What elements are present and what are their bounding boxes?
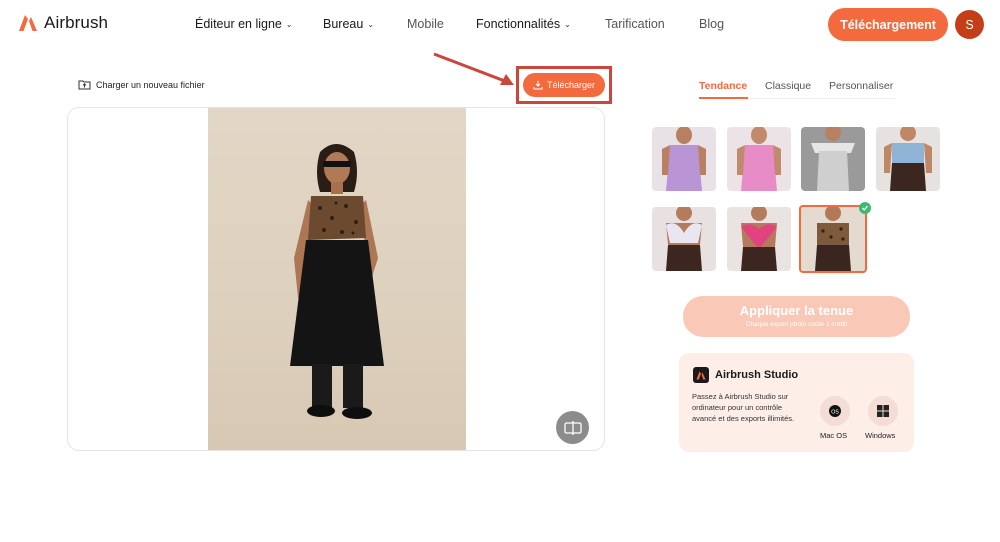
mac-label: Mac OS: [820, 431, 848, 440]
apply-label: Appliquer la tenue: [739, 303, 854, 318]
windows-icon: [877, 405, 889, 417]
brand-logo[interactable]: Airbrush: [18, 13, 108, 33]
download-label: Télécharger: [546, 80, 596, 90]
top-header: Airbrush Éditeur en ligne ⌄ Bureau ⌄ Mobil…: [0, 0, 1000, 50]
nav-label: Mobile: [407, 17, 444, 31]
tabs-divider: [750, 98, 895, 99]
nav-label: Blog: [699, 17, 725, 31]
brand-name: Airbrush: [44, 13, 109, 32]
studio-title: Airbrush Studio: [715, 369, 799, 381]
active-tab-indicator: [699, 97, 748, 99]
svg-text:OS: OS: [831, 410, 839, 416]
windows-label: Windows: [865, 431, 896, 440]
chevron-down-icon: ⌄: [367, 20, 375, 29]
preview-photo: [208, 108, 466, 450]
outfit-thumbnail[interactable]: [652, 207, 716, 271]
chevron-down-icon: ⌄: [564, 20, 571, 29]
apply-outfit-button[interactable]: Appliquer la tenue Chaque export photo c…: [683, 296, 910, 337]
nav-label: Bureau: [323, 17, 364, 31]
apply-cost-note: Chaque export photo coûte 1 crédit: [745, 321, 848, 328]
mac-download-button[interactable]: OS: [820, 396, 850, 426]
download-image-button[interactable]: Télécharger: [523, 73, 605, 97]
outfit-image-butterfly-top: [666, 207, 702, 271]
outfit-thumbnail-selected[interactable]: [799, 205, 867, 273]
outfit-image-pink-slip: [737, 127, 781, 191]
outfit-thumbnail[interactable]: [801, 127, 865, 191]
outfit-image-leopard-top: [815, 207, 851, 271]
airbrush-studio-logo-icon: [693, 367, 709, 383]
nav-item-editeur[interactable]: Éditeur en ligne ⌄: [195, 17, 293, 31]
download-icon: [533, 81, 543, 90]
studio-description: Passez à Airbrush Studio sur ordinateur …: [692, 392, 795, 423]
outfit-thumbnail[interactable]: [652, 127, 716, 191]
nav-item-fonctionnalites[interactable]: Fonctionnalités ⌄: [476, 17, 571, 31]
outfit-thumbnail[interactable]: [876, 127, 940, 191]
nav-item-bureau[interactable]: Bureau ⌄: [323, 17, 374, 31]
user-avatar[interactable]: S: [955, 10, 984, 39]
upload-new-file-link[interactable]: Charger un nouveau fichier: [78, 79, 205, 90]
image-canvas[interactable]: [67, 107, 605, 451]
tab-classique[interactable]: Classique: [765, 80, 811, 92]
folder-upload-icon: [78, 80, 91, 90]
nav-item-blog[interactable]: Blog: [699, 17, 724, 31]
airbrush-studio-card: Airbrush Studio Passez à Airbrush Studio…: [679, 353, 914, 452]
outfit-image-denim-top: [884, 127, 932, 191]
outfit-image-heart-top: [741, 207, 777, 271]
tab-personnaliser[interactable]: Personnaliser: [829, 80, 893, 92]
windows-download-button[interactable]: [868, 396, 898, 426]
selected-check-icon: [859, 202, 871, 214]
chevron-down-icon: ⌄: [285, 20, 293, 29]
nav-label: Éditeur en ligne: [195, 17, 282, 31]
model-figure: [290, 144, 384, 419]
outfit-thumbnail[interactable]: [727, 207, 791, 271]
macos-icon: OS: [829, 405, 841, 417]
outfit-image-silver-dress: [811, 127, 855, 191]
compare-toggle-button[interactable]: [556, 411, 589, 444]
upload-label: Charger un nouveau fichier: [96, 79, 205, 90]
download-app-button[interactable]: Téléchargement: [828, 8, 948, 41]
nav-item-mobile[interactable]: Mobile: [407, 17, 444, 31]
outfit-thumbnail[interactable]: [727, 127, 791, 191]
nav-label: Tarification: [605, 17, 665, 31]
tab-tendance[interactable]: Tendance: [699, 80, 747, 92]
nav-item-tarification[interactable]: Tarification: [605, 17, 665, 31]
compare-icon: [563, 420, 582, 435]
outfit-image-lilac-slip: [662, 127, 706, 191]
nav-label: Fonctionnalités: [476, 17, 561, 31]
airbrush-logo-icon: [19, 15, 37, 31]
annotation-arrow: [433, 52, 514, 85]
